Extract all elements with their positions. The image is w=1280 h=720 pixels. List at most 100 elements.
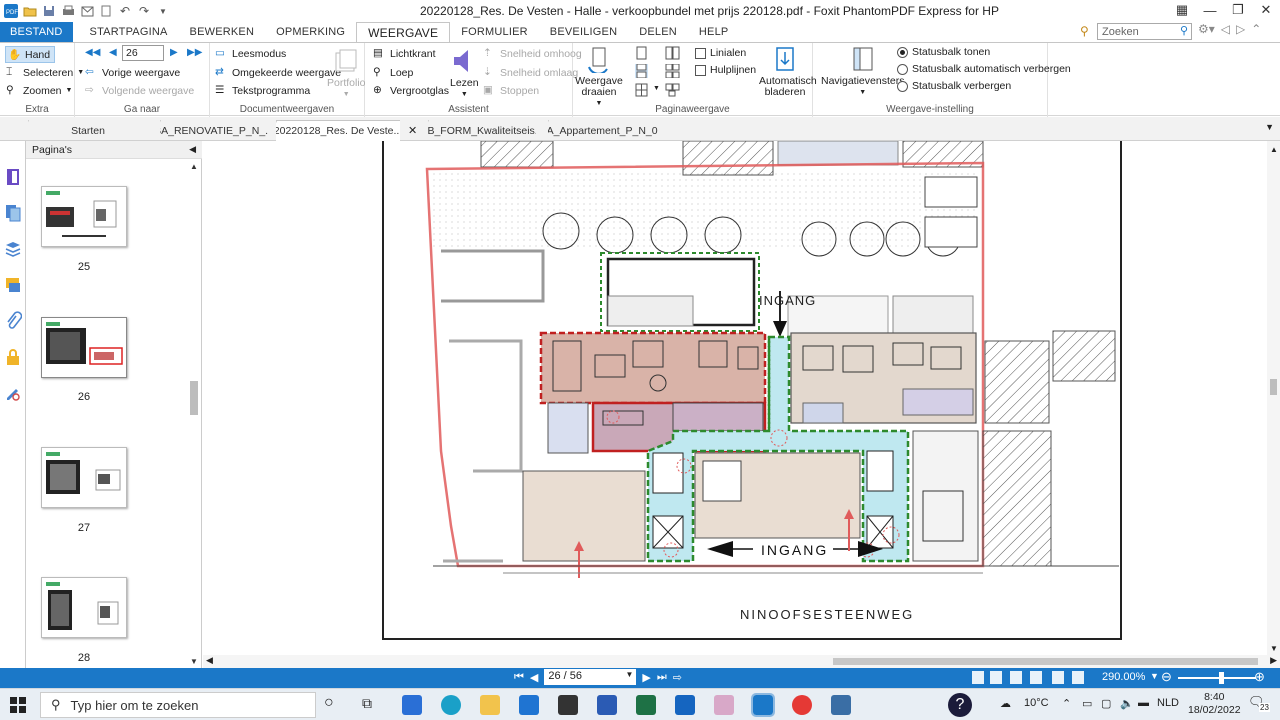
weather-cloud-icon[interactable]: ☁ [1000, 697, 1011, 710]
tab-list-dropdown-icon[interactable]: ▼ [1265, 122, 1274, 132]
ticker-button[interactable]: ▤ Lichtkrant [373, 47, 436, 60]
page-thumbnail[interactable] [41, 186, 127, 247]
collapse-panel-icon[interactable]: ◀ [189, 144, 196, 155]
speed-down-button[interactable]: ⇣ Snelheid omlaag [483, 66, 578, 79]
attachments-panel-icon[interactable] [4, 311, 22, 331]
speed-up-button[interactable]: ⇡ Snelheid omhoog [483, 47, 582, 60]
rulers-check[interactable] [695, 47, 706, 59]
word-icon[interactable] [597, 695, 617, 715]
cover-page-icon[interactable] [665, 83, 680, 97]
help-icon[interactable]: ? [948, 693, 972, 717]
horizontal-scrollbar[interactable]: ◀ ▶ [203, 655, 1280, 668]
display-icon[interactable]: ▢ [1101, 697, 1111, 710]
find-icon[interactable]: ⚲ [1080, 24, 1089, 38]
forward-arrow-icon[interactable]: ▷ [1236, 22, 1245, 36]
guides-checkbox[interactable]: Hulplijnen [695, 64, 756, 76]
next-view-button[interactable]: ⇨ Volgende weergave [85, 84, 194, 97]
zoom-dropdown-icon[interactable]: ▼ [1150, 671, 1159, 681]
restore-button[interactable]: ❐ [1224, 0, 1252, 20]
page-icon[interactable] [99, 4, 113, 18]
scroll-up-icon[interactable]: ▲ [1270, 145, 1278, 154]
vertical-scroll-thumb[interactable] [1270, 379, 1277, 395]
vertical-scrollbar[interactable]: ▲ ▼ [1267, 141, 1280, 655]
scroll-right-icon[interactable]: ▶ [1270, 655, 1277, 666]
file-explorer-icon[interactable] [480, 695, 500, 715]
redo-icon[interactable]: ↷ [137, 4, 151, 18]
radio-off[interactable] [897, 80, 908, 92]
customize-qat-icon[interactable]: ▼ [156, 4, 170, 18]
next-page-icon[interactable]: ▶ [642, 671, 650, 684]
horizontal-scroll-thumb[interactable] [833, 658, 1258, 665]
two-page-icon[interactable] [665, 46, 680, 60]
page-thumbnail-current[interactable] [41, 317, 127, 378]
dropbox-icon[interactable] [519, 695, 539, 715]
split-icon[interactable] [635, 83, 648, 97]
comments-panel-icon[interactable] [4, 275, 22, 295]
prev-view-button[interactable]: ⇦ Vorige weergave [85, 66, 180, 79]
select-tool[interactable]: ⌶ Selecteren ▼ [6, 66, 84, 79]
scroll-down-icon[interactable]: ▼ [190, 657, 198, 666]
system-clock[interactable]: 8:40 18/02/2022 [1188, 691, 1241, 717]
ribbon-display-icon[interactable]: ▦ [1168, 0, 1196, 20]
input-language[interactable]: NLD [1157, 697, 1179, 709]
fit-page-icon[interactable] [1052, 671, 1064, 684]
split-dropdown-icon[interactable]: ▼ [653, 85, 660, 92]
facing-view-icon[interactable] [1010, 671, 1022, 684]
page-thumbnail[interactable] [41, 577, 127, 638]
tab-beveiligen[interactable]: BEVEILIGEN [539, 22, 628, 42]
rotate-view-button[interactable]: Weergave draaien ▼ [575, 45, 623, 109]
task-view-icon[interactable]: ⧉ [362, 695, 372, 712]
search-icon[interactable]: ⚲ [1180, 24, 1188, 37]
zoom-slider[interactable] [1178, 677, 1256, 679]
page-indicator-input[interactable]: 26 / 56 ▼ [544, 669, 637, 685]
first-page-icon[interactable]: ⏮ [514, 671, 524, 684]
tab-weergave[interactable]: WEERGAVE [356, 22, 451, 42]
tab-help[interactable]: HELP [688, 22, 740, 42]
close-tab-icon[interactable]: ✕ [408, 124, 417, 137]
prev-page-icon[interactable]: ◀ [530, 671, 538, 684]
minimize-button[interactable]: — [1196, 0, 1224, 20]
zoom-tool[interactable]: ⚲ Zoomen ▼ [6, 84, 72, 97]
next-page-icon[interactable]: ▶ [170, 47, 178, 58]
signature-panel-icon[interactable] [4, 383, 22, 403]
tab-startpagina[interactable]: STARTPAGINA [79, 22, 179, 42]
continuous-icon[interactable] [635, 64, 648, 78]
battery-icon[interactable]: ▬ [1138, 697, 1149, 709]
hand-tool[interactable]: ✋ Hand [5, 46, 56, 63]
fit-width-icon[interactable] [1072, 671, 1084, 684]
radio-off[interactable] [897, 63, 908, 75]
bookmark-panel-icon[interactable] [4, 167, 22, 187]
read-aloud-button[interactable]: Lezen ▼ [450, 47, 479, 100]
radio-on[interactable] [897, 46, 908, 58]
single-page-view-icon[interactable] [972, 671, 984, 684]
zoom-out-icon[interactable]: ⊖ [1161, 669, 1172, 685]
zoom-in-icon[interactable]: ⊕ [1254, 669, 1265, 685]
loupe-button[interactable]: ⚲ Loep [373, 66, 413, 79]
last-page-icon[interactable]: ⏭ [657, 671, 667, 684]
tab-delen[interactable]: DELEN [628, 22, 688, 42]
first-page-icon[interactable]: ◀◀ [85, 47, 100, 58]
excel-icon[interactable] [636, 695, 656, 715]
outlook-icon[interactable] [675, 695, 695, 715]
two-continuous-icon[interactable] [665, 64, 680, 78]
media-app-icon[interactable] [558, 695, 578, 715]
last-page-icon[interactable]: ▶▶ [187, 47, 202, 58]
tab-bewerken[interactable]: BEWERKEN [179, 22, 266, 42]
scroll-left-icon[interactable]: ◀ [206, 655, 213, 666]
continuous-view-icon[interactable] [990, 671, 1002, 684]
taskbar-search-input[interactable]: ⚲ Typ hier om te zoeken [40, 692, 316, 718]
doc-tab-starten[interactable]: Starten [28, 120, 148, 141]
print-icon[interactable] [61, 4, 75, 18]
paint-icon[interactable] [714, 695, 734, 715]
next-view-icon[interactable]: ⇨ [673, 671, 682, 684]
search-input[interactable]: Zoeken ⚲ [1097, 23, 1192, 40]
tab-bestand[interactable]: BESTAND [0, 22, 73, 42]
collapse-ribbon-icon[interactable]: ⌃ [1251, 22, 1261, 36]
chrome-icon[interactable] [792, 695, 812, 715]
cortana-icon[interactable]: ○ [324, 694, 334, 712]
autoscroll-button[interactable]: Automatisch bladeren [759, 45, 817, 98]
back-arrow-icon[interactable]: ◁ [1221, 22, 1230, 36]
foxit-taskbar-icon[interactable] [751, 693, 775, 717]
network-icon[interactable]: ▭ [1082, 697, 1092, 710]
panel-scroll-thumb[interactable] [190, 381, 198, 415]
